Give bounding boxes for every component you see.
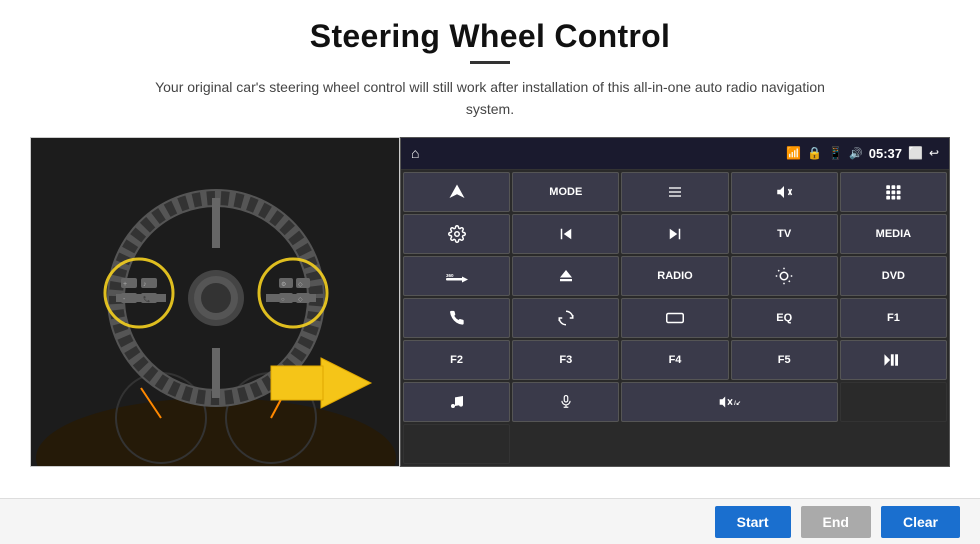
btn-media[interactable]: MEDIA bbox=[840, 214, 947, 254]
wifi-icon: 📶 bbox=[786, 146, 801, 160]
clear-button[interactable]: Clear bbox=[881, 506, 960, 538]
screen-icon: ⬜ bbox=[908, 146, 923, 160]
btn-navigate[interactable] bbox=[403, 172, 510, 212]
btn-list[interactable] bbox=[621, 172, 728, 212]
btn-next-track[interactable] bbox=[621, 214, 728, 254]
svg-text:◇: ◇ bbox=[298, 282, 303, 288]
btn-f4[interactable]: F4 bbox=[621, 340, 728, 380]
btn-f5[interactable]: F5 bbox=[731, 340, 838, 380]
btn-tv[interactable]: TV bbox=[731, 214, 838, 254]
btn-swipe-gesture[interactable] bbox=[512, 298, 619, 338]
svg-text:◇: ◇ bbox=[298, 297, 303, 303]
svg-text:/↙: /↙ bbox=[734, 400, 741, 407]
back-icon: ↩ bbox=[929, 146, 939, 160]
svg-text:⚙: ⚙ bbox=[281, 281, 286, 288]
btn-music-note[interactable] bbox=[403, 382, 510, 422]
bt-icon: 🔊 bbox=[849, 147, 863, 160]
title-divider bbox=[470, 61, 510, 64]
end-button[interactable]: End bbox=[801, 506, 871, 538]
btn-f2[interactable]: F2 bbox=[403, 340, 510, 380]
btn-f1[interactable]: F1 bbox=[840, 298, 947, 338]
btn-empty-2 bbox=[403, 424, 510, 464]
btn-eject[interactable] bbox=[512, 256, 619, 296]
svg-text:+: + bbox=[123, 281, 127, 288]
btn-volume-mute[interactable]: /↙ bbox=[621, 382, 837, 422]
svg-text:♪: ♪ bbox=[143, 281, 147, 288]
radio-button-grid: MODE bbox=[401, 170, 949, 466]
btn-360cam[interactable]: 360 bbox=[403, 256, 510, 296]
page-subtitle: Your original car's steering wheel contr… bbox=[140, 76, 840, 121]
btn-play-pause[interactable] bbox=[840, 340, 947, 380]
btn-dvd[interactable]: DVD bbox=[840, 256, 947, 296]
btn-settings[interactable] bbox=[403, 214, 510, 254]
btn-phone-call[interactable] bbox=[403, 298, 510, 338]
btn-window[interactable] bbox=[621, 298, 728, 338]
btn-apps[interactable] bbox=[840, 172, 947, 212]
status-left: ⌂ bbox=[411, 145, 419, 161]
home-icon: ⌂ bbox=[411, 145, 419, 161]
btn-radio[interactable]: RADIO bbox=[621, 256, 728, 296]
radio-panel: ⌂ 📶 🔒 📱 🔊 05:37 ⬜ ↩ MODE bbox=[400, 137, 950, 467]
sim-icon: 📱 bbox=[828, 146, 843, 160]
bottom-action-bar: Start End Clear bbox=[0, 498, 980, 544]
steering-wheel-area: + ♪ - 📞 ⚙ ◇ ○ ◇ bbox=[30, 137, 400, 467]
status-right: 📶 🔒 📱 🔊 05:37 ⬜ ↩ bbox=[786, 146, 939, 161]
btn-f3[interactable]: F3 bbox=[512, 340, 619, 380]
svg-text:○: ○ bbox=[281, 297, 285, 303]
btn-mute[interactable] bbox=[731, 172, 838, 212]
page-container: Steering Wheel Control Your original car… bbox=[0, 0, 980, 544]
btn-eq[interactable]: EQ bbox=[731, 298, 838, 338]
start-button[interactable]: Start bbox=[715, 506, 791, 538]
btn-brightness[interactable] bbox=[731, 256, 838, 296]
radio-status-bar: ⌂ 📶 🔒 📱 🔊 05:37 ⬜ ↩ bbox=[401, 138, 949, 170]
btn-prev-track[interactable] bbox=[512, 214, 619, 254]
page-title: Steering Wheel Control bbox=[310, 18, 670, 55]
svg-text:360: 360 bbox=[446, 273, 454, 278]
btn-mode[interactable]: MODE bbox=[512, 172, 619, 212]
time-display: 05:37 bbox=[869, 146, 902, 161]
lock-icon: 🔒 bbox=[807, 146, 822, 160]
btn-microphone[interactable] bbox=[512, 382, 619, 422]
btn-empty-1 bbox=[840, 382, 947, 422]
svg-text:📞: 📞 bbox=[143, 295, 151, 303]
content-row: + ♪ - 📞 ⚙ ◇ ○ ◇ bbox=[30, 137, 950, 467]
